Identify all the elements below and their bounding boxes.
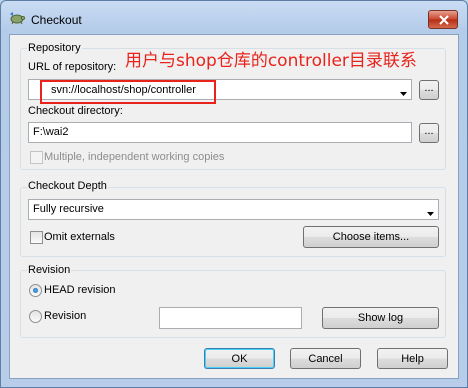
cancel-button[interactable]: Cancel <box>290 348 361 369</box>
revision-input[interactable] <box>159 307 302 329</box>
revision-group-label: Revision <box>27 264 72 276</box>
chevron-down-icon[interactable] <box>400 87 407 99</box>
tortoisesvn-icon <box>9 11 25 25</box>
omit-externals-label: Omit externals <box>44 231 115 243</box>
radio-selected-dot <box>33 288 38 293</box>
multiple-working-copies-label: Multiple, independent working copies <box>44 151 225 163</box>
browse-url-button[interactable]: ... <box>419 80 439 100</box>
repository-group-label: Repository <box>27 42 82 54</box>
annotation-highlight <box>40 80 216 104</box>
choose-items-button[interactable]: Choose items... <box>303 226 439 248</box>
head-revision-label: HEAD revision <box>44 284 116 296</box>
url-label: URL of repository: <box>28 61 117 73</box>
multiple-working-copies-checkbox[interactable] <box>30 151 43 164</box>
window-title: Checkout <box>31 13 82 27</box>
depth-select[interactable]: Fully recursive <box>28 199 439 220</box>
omit-externals-checkbox[interactable] <box>30 231 43 244</box>
revision-label: Revision <box>44 310 87 322</box>
revision-radio[interactable] <box>29 310 42 323</box>
show-log-button[interactable]: Show log <box>322 307 439 329</box>
ok-button[interactable]: OK <box>204 348 275 369</box>
checkout-directory-label: Checkout directory: <box>28 105 123 117</box>
annotation-text: 用户与shop仓库的controller目录联系 <box>125 51 417 71</box>
help-button[interactable]: Help <box>377 348 448 369</box>
close-button[interactable] <box>428 10 458 29</box>
title-bar[interactable]: Checkout <box>1 1 467 35</box>
checkout-dialog: Checkout Repository URL of repository: s… <box>0 0 468 388</box>
checkout-depth-group-label: Checkout Depth <box>27 180 108 192</box>
depth-select-value: Fully recursive <box>33 203 104 215</box>
chevron-down-icon[interactable] <box>427 207 434 219</box>
browse-directory-button[interactable]: ... <box>419 123 439 143</box>
checkout-directory-input[interactable]: F:\wai2 <box>28 122 412 143</box>
close-icon <box>439 15 449 25</box>
head-revision-radio[interactable] <box>29 284 42 297</box>
